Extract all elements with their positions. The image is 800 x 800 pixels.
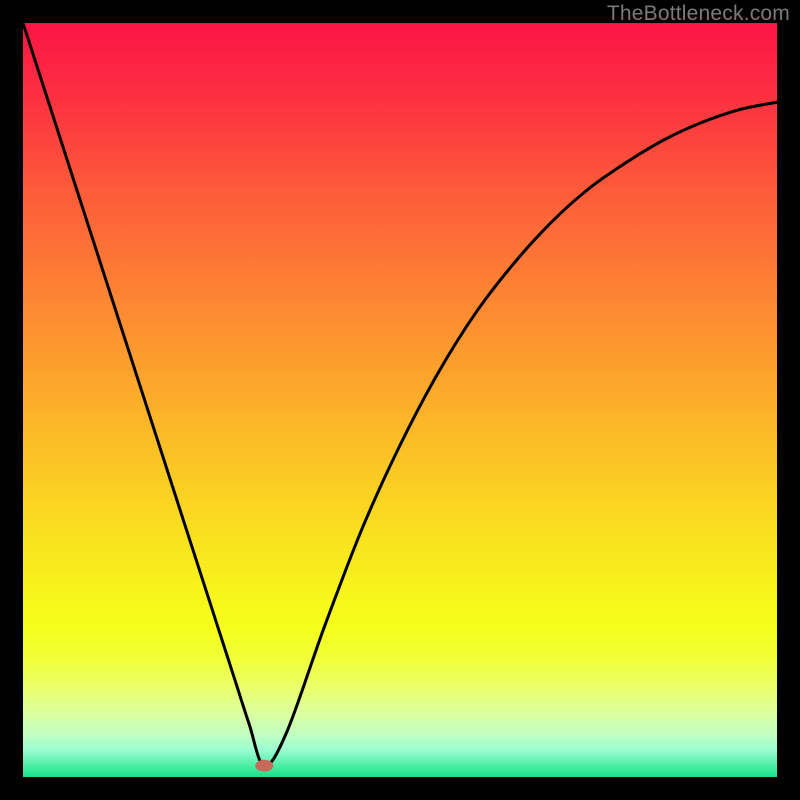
gradient-background <box>23 23 777 777</box>
plot-area <box>23 23 777 777</box>
minimum-marker <box>255 760 273 772</box>
chart-frame: TheBottleneck.com <box>0 0 800 800</box>
bottleneck-chart <box>23 23 777 777</box>
